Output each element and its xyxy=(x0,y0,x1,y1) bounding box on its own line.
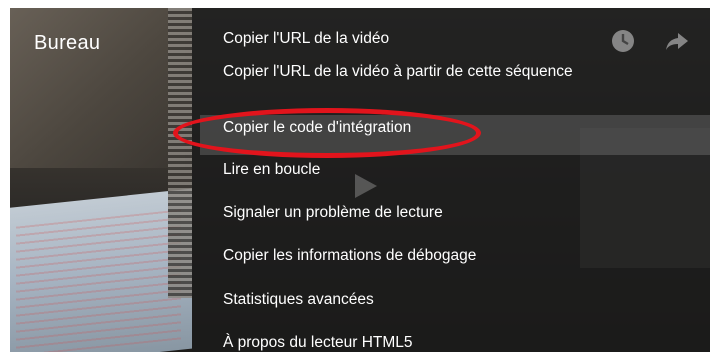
menu-item-copy-debug-info[interactable]: Copier les informations de débogage xyxy=(223,246,476,266)
video-player[interactable]: Bureau Copier l'URL de la vidéo Copier l… xyxy=(10,8,710,352)
menu-item-report-playback-issue[interactable]: Signaler un problème de lecture xyxy=(223,203,443,223)
play-icon[interactable] xyxy=(355,174,377,198)
menu-item-stats-for-nerds[interactable]: Statistiques avancées xyxy=(223,290,374,310)
video-frame-monitor-lines xyxy=(16,209,181,352)
clock-icon[interactable] xyxy=(610,28,636,54)
menu-item-copy-video-url[interactable]: Copier l'URL de la vidéo xyxy=(223,29,389,49)
video-frame-stripe xyxy=(168,8,192,298)
menu-item-copy-video-url-at-time[interactable]: Copier l'URL de la vidéo à partir de cet… xyxy=(223,62,613,95)
annotation-ellipse xyxy=(173,108,481,158)
video-title: Bureau xyxy=(34,32,101,54)
menu-item-loop[interactable]: Lire en boucle xyxy=(223,160,320,180)
share-arrow-icon[interactable] xyxy=(664,28,690,54)
menu-item-copy-video-url-at-time-label: Copier l'URL de la vidéo à partir de cet… xyxy=(223,63,573,80)
menu-item-about-html5-player[interactable]: À propos du lecteur HTML5 xyxy=(223,333,413,352)
